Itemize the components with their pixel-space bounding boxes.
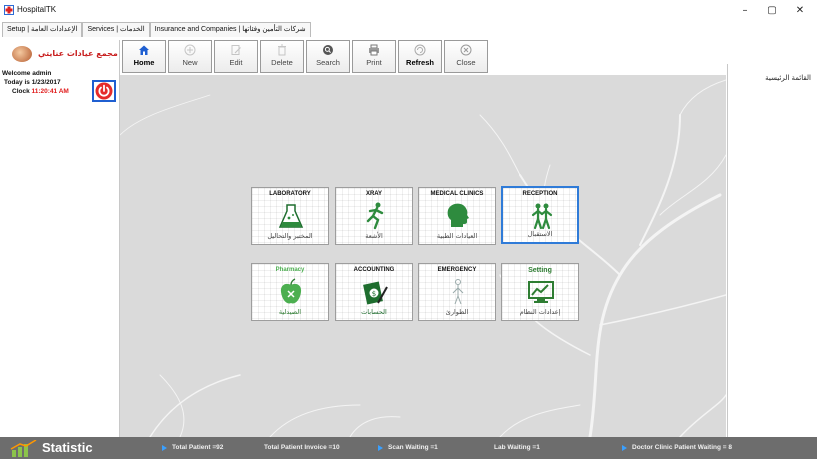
clock-label: Clock — [12, 88, 30, 95]
arrow-right-icon — [622, 445, 627, 451]
module-arabic: الحسابات — [361, 308, 387, 316]
module-setting[interactable]: Setting إعدادات النظام — [501, 263, 579, 321]
close-button[interactable]: Close — [444, 40, 488, 73]
lab-waiting: Lab Waiting =1 — [494, 444, 540, 451]
module-arabic: الطوارئ — [445, 308, 469, 316]
search-icon — [323, 45, 333, 55]
edit-label: Edit — [229, 58, 243, 67]
refresh-label: Refresh — [406, 58, 434, 67]
module-xray[interactable]: XRAY الأشعة — [335, 187, 413, 245]
new-button[interactable]: New — [168, 40, 212, 73]
minimize-button[interactable]: – — [731, 2, 759, 20]
module-title: ACCOUNTING — [353, 267, 395, 273]
module-reception[interactable]: RECEPTION الاستقبال — [501, 186, 579, 244]
clinic-logo — [12, 46, 32, 62]
home-icon — [139, 45, 149, 55]
search-label: Search — [316, 58, 340, 67]
edit-icon — [231, 45, 241, 55]
right-panel: القائمة الرئيسية — [727, 64, 817, 437]
print-label: Print — [366, 58, 382, 67]
arrow-right-icon — [378, 445, 383, 451]
delete-label: Delete — [271, 58, 293, 67]
home-label: Home — [133, 58, 155, 67]
welcome-text: Welcome admin — [2, 70, 52, 77]
module-title: EMERGENCY — [437, 267, 477, 273]
menu-item-services[interactable]: Services | الخدمات — [82, 22, 150, 37]
main-area: LABORATORY المختبر والتحاليل XRAY الأشعة… — [120, 75, 726, 437]
statistic-chart-icon — [10, 440, 37, 457]
module-title: LABORATORY — [269, 191, 311, 197]
power-icon — [95, 82, 113, 100]
clock: Clock 11:20:41 AM — [12, 88, 69, 95]
module-arabic: الأشعة — [365, 232, 383, 240]
today-date: Today is 1/23/2017 — [4, 79, 61, 86]
module-arabic: إعدادات النظام — [519, 308, 561, 316]
clinic-name: مجمع عيادات عنايتي — [38, 49, 118, 58]
module-pharmacy[interactable]: Pharmacy الصيدلية — [251, 263, 329, 321]
doctor-waiting: Doctor Clinic Patient Waiting = 8 — [632, 444, 732, 451]
head-icon — [447, 203, 469, 227]
flask-icon — [278, 204, 304, 228]
close-circle-icon — [460, 44, 472, 56]
maximize-button[interactable]: ▢ — [758, 2, 786, 20]
refresh-button[interactable]: Refresh — [398, 40, 442, 73]
people-icon — [531, 203, 553, 230]
running-man-icon — [366, 202, 384, 230]
printer-icon — [369, 44, 379, 56]
module-title: Setting — [528, 267, 552, 274]
app-icon — [4, 5, 14, 15]
close-window-button[interactable]: ✕ — [786, 2, 814, 20]
figure-outline-icon — [452, 279, 464, 305]
module-arabic: الاستقبال — [527, 230, 553, 238]
home-button[interactable]: Home — [122, 40, 166, 73]
trash-icon — [278, 44, 286, 56]
module-arabic: المختبر والتحاليل — [267, 232, 313, 240]
module-title: MEDICAL CLINICS — [430, 191, 484, 197]
module-medical-clinics[interactable]: MEDICAL CLINICS العيادات الطبية — [418, 187, 496, 245]
module-title: RECEPTION — [522, 191, 558, 197]
scan-waiting: Scan Waiting =1 — [388, 444, 438, 451]
menu-item-insurance[interactable]: Insurance and Companies | شركات التأمين … — [149, 22, 311, 37]
refresh-icon — [414, 44, 426, 56]
print-button[interactable]: Print — [352, 40, 396, 73]
tree-background — [120, 75, 726, 437]
module-laboratory[interactable]: LABORATORY المختبر والتحاليل — [251, 187, 329, 245]
apple-icon — [280, 278, 302, 304]
new-label: New — [182, 58, 198, 67]
clock-value: 11:20:41 AM — [31, 88, 69, 95]
search-button[interactable]: Search — [306, 40, 350, 73]
money-icon: $ — [363, 281, 388, 305]
status-bar: Statistic Total Patient =92 Total Patien… — [0, 437, 817, 459]
logout-button[interactable] — [92, 80, 116, 102]
edit-button[interactable]: Edit — [214, 40, 258, 73]
total-patient: Total Patient =92 — [172, 444, 224, 451]
close-label: Close — [456, 58, 476, 67]
toolbar: Home New Edit Delete Search Print Refres… — [122, 40, 488, 73]
module-emergency[interactable]: EMERGENCY الطوارئ — [418, 263, 496, 321]
statistic-label: Statistic — [42, 440, 93, 455]
menu-bar: Setup | الإعدادات العامة Services | الخد… — [2, 22, 311, 38]
plus-icon — [184, 44, 196, 56]
left-panel: مجمع عيادات عنايتي Welcome admin Today i… — [0, 40, 120, 437]
module-arabic: الصيدلية — [278, 308, 302, 316]
module-title: XRAY — [365, 191, 383, 197]
svg-text:$: $ — [372, 290, 376, 298]
arrow-right-icon — [162, 445, 167, 451]
menu-item-setup[interactable]: Setup | الإعدادات العامة — [2, 22, 83, 37]
window-title: HospitalTK — [17, 5, 57, 14]
title-bar: HospitalTK – ▢ ✕ — [0, 0, 817, 22]
delete-button[interactable]: Delete — [260, 40, 304, 73]
module-title: Pharmacy — [275, 267, 305, 273]
monitor-chart-icon — [528, 281, 554, 303]
module-arabic: العيادات الطبية — [436, 232, 478, 240]
module-accounting[interactable]: ACCOUNTING $ الحسابات — [335, 263, 413, 321]
total-invoice: Total Patient Invoice =10 — [264, 444, 340, 451]
main-menu-title: القائمة الرئيسية — [765, 74, 811, 82]
